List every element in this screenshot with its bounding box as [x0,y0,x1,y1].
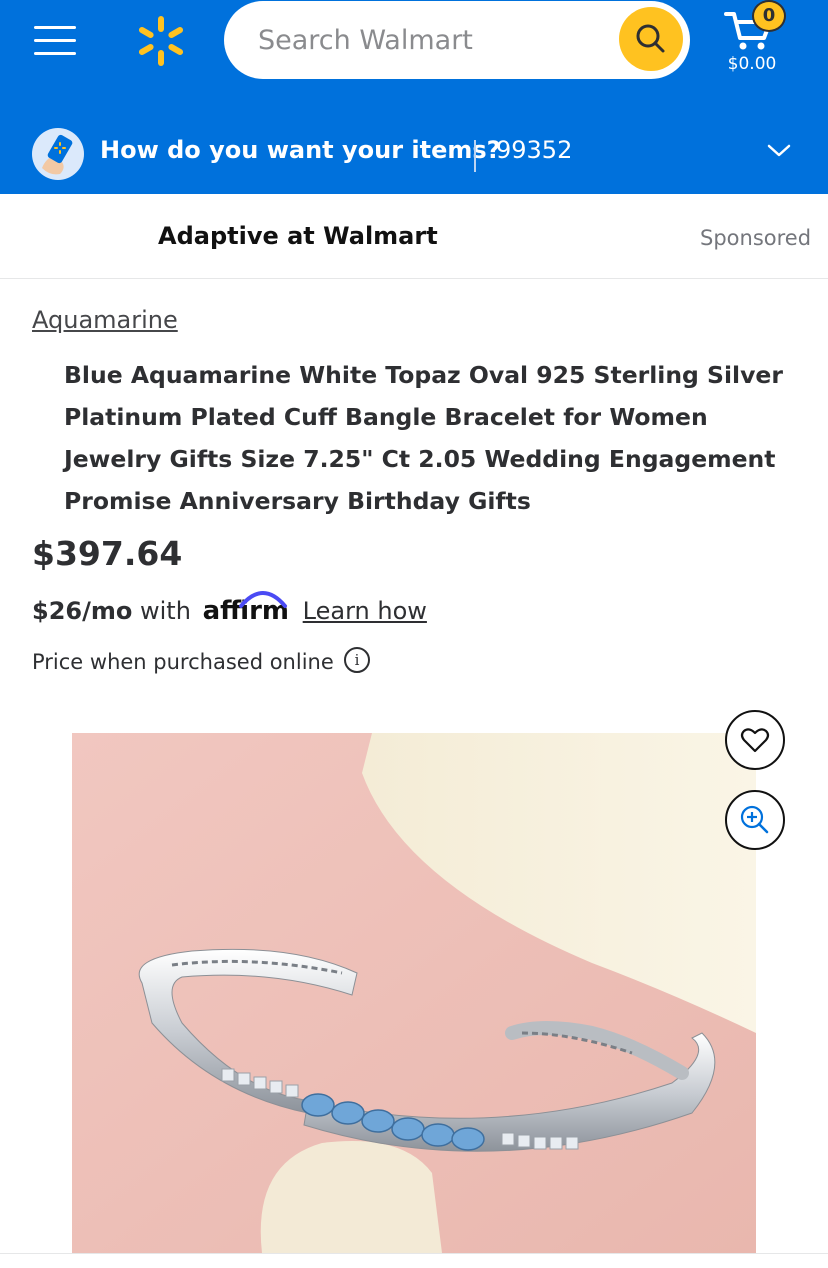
favorite-button[interactable] [725,710,785,770]
sponsored-banner[interactable]: Adaptive at Walmart Sponsored [0,194,828,279]
delivery-question: How do you want your items? [100,136,501,164]
search-bar [224,1,690,79]
product-image[interactable] [72,733,756,1253]
bottom-divider [0,1253,828,1254]
product-title: Blue Aquamarine White Topaz Oval 925 Ste… [64,361,783,515]
cart-total: $0.00 [727,54,777,74]
menu-icon-line [34,52,76,55]
affirm-logo: affirm [203,591,289,626]
affirm-arc-icon [238,591,287,608]
product-photo [72,733,756,1253]
zoom-in-icon [740,805,769,834]
category-link[interactable]: Aquamarine [32,306,178,334]
sponsored-tag: Sponsored [700,226,812,250]
chevron-down-icon [767,144,791,157]
learn-how-link[interactable]: Learn how [303,597,427,625]
search-icon [636,24,665,53]
heart-icon [740,728,770,753]
affirm-with-text: with [140,597,191,625]
cart-count-badge: 0 [752,0,786,32]
info-icon[interactable]: i [344,647,370,673]
delivery-selector[interactable]: How do you want your items? 99352 [0,106,828,194]
delivery-divider [474,140,476,172]
cart-button[interactable]: 0 $0.00 [718,0,798,90]
search-button[interactable] [619,7,683,71]
menu-icon [34,26,76,29]
affirm-financing: $26/mo with affirm Learn how [32,591,427,636]
menu-button[interactable] [34,20,78,60]
walmart-spark-icon[interactable] [134,14,188,68]
top-header: 0 $0.00 [0,0,828,106]
phone-hand-icon [32,128,84,180]
menu-icon-line [34,39,76,42]
monthly-price: $26/mo [32,597,133,625]
search-input[interactable] [256,19,610,61]
price-note: Price when purchased online [32,650,334,674]
sponsored-title: Adaptive at Walmart [158,222,438,250]
product-price: $397.64 [32,534,183,573]
delivery-zip: 99352 [496,136,573,164]
zoom-button[interactable] [725,790,785,850]
